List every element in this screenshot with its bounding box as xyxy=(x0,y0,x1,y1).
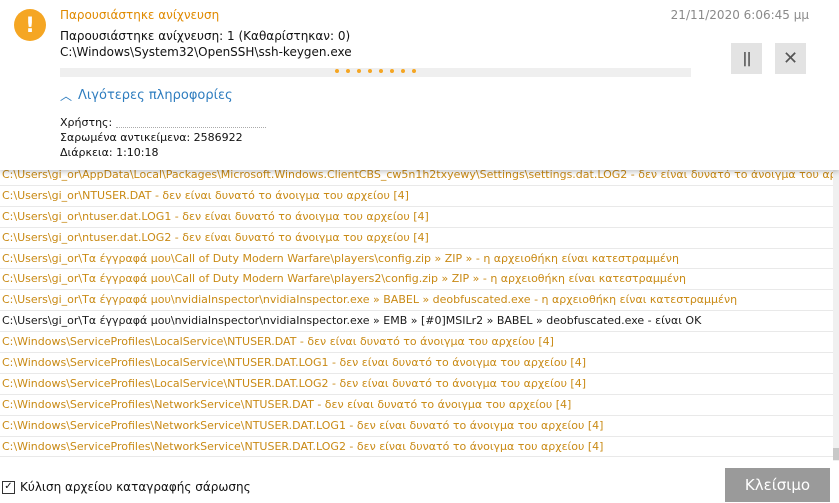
scan-progress-bar xyxy=(60,68,691,77)
log-row: C:\Users\gi_or\ntuser.dat.LOG2 - δεν είν… xyxy=(0,228,833,249)
detection-path: C:\Windows\System32\OpenSSH\ssh-keygen.e… xyxy=(60,45,352,59)
detection-count: Παρουσιάστηκε ανίχνευση: 1 (Καθαρίστηκαν… xyxy=(60,29,351,43)
log-scrollbar[interactable] xyxy=(833,165,839,461)
notification-timestamp: 21/11/2020 6:06:45 μμ xyxy=(670,8,809,22)
log-row: C:\Windows\ServiceProfiles\LocalService\… xyxy=(0,353,833,374)
log-row: C:\Windows\ServiceProfiles\NetworkServic… xyxy=(0,416,833,437)
log-row: C:\Windows\ServiceProfiles\LocalService\… xyxy=(0,332,833,354)
chevron-up-icon: ︿ xyxy=(60,89,73,103)
pause-button[interactable]: || xyxy=(731,43,762,74)
pause-icon: || xyxy=(742,50,751,67)
scanned-stat: Σαρωμένα αντικείμενα: 2586922 xyxy=(60,131,243,144)
less-info-label: Λιγότερες πληροφορίες xyxy=(78,88,233,103)
log-row: C:\Users\gi_or\ntuser.dat.LOG1 - δεν είν… xyxy=(0,207,833,228)
log-row-ok: C:\Users\gi_or\Τα έγγραφά μου\nvidiaInsp… xyxy=(0,311,833,333)
log-row: C:\Users\gi_or\Τα έγγραφά μου\Call of Du… xyxy=(0,269,833,291)
user-redacted xyxy=(115,118,266,128)
checkbox-checked-icon: ✓ xyxy=(2,480,15,494)
less-info-link[interactable]: ︿ Λιγότερες πληροφορίες xyxy=(60,87,233,104)
notification-title: Παρουσιάστηκε ανίχνευση xyxy=(60,8,220,22)
close-icon: ✕ xyxy=(782,48,799,69)
scroll-log-checkbox[interactable]: ✓ Κύλιση αρχείου καταγραφής σάρωσης xyxy=(2,480,251,494)
duration-stat: Διάρκεια: 1:10:18 xyxy=(60,146,159,159)
close-button[interactable]: Κλείσιμο xyxy=(725,468,830,502)
close-notification-button[interactable]: ✕ xyxy=(775,43,806,74)
log-row: C:\Users\gi_or\Τα έγγραφά μου\Call of Du… xyxy=(0,249,833,270)
log-scrollbar-thumb[interactable] xyxy=(833,448,839,460)
scroll-log-label: Κύλιση αρχείου καταγραφής σάρωσης xyxy=(20,480,251,494)
log-row: C:\Users\gi_or\NTUSER.DAT - δεν είναι δυ… xyxy=(0,186,833,207)
log-row: C:\Windows\ServiceProfiles\NetworkServic… xyxy=(0,437,833,458)
scan-log-list[interactable]: C:\Users\gi_or\AppData\Local\Packages\Mi… xyxy=(0,165,833,461)
user-label: Χρήστης: xyxy=(60,116,113,129)
log-row: C:\Windows\ServiceProfiles\LocalService\… xyxy=(0,374,833,395)
log-row: C:\Windows\ServiceProfiles\NetworkServic… xyxy=(0,395,833,416)
progress-dots xyxy=(335,69,416,73)
warning-icon: ! xyxy=(14,9,46,41)
user-stat: Χρήστης: xyxy=(60,116,266,129)
detection-notification: ! Παρουσιάστηκε ανίχνευση 21/11/2020 6:0… xyxy=(0,0,839,170)
log-row: C:\Users\gi_or\Τα έγγραφά μου\nvidiaInsp… xyxy=(0,290,833,312)
